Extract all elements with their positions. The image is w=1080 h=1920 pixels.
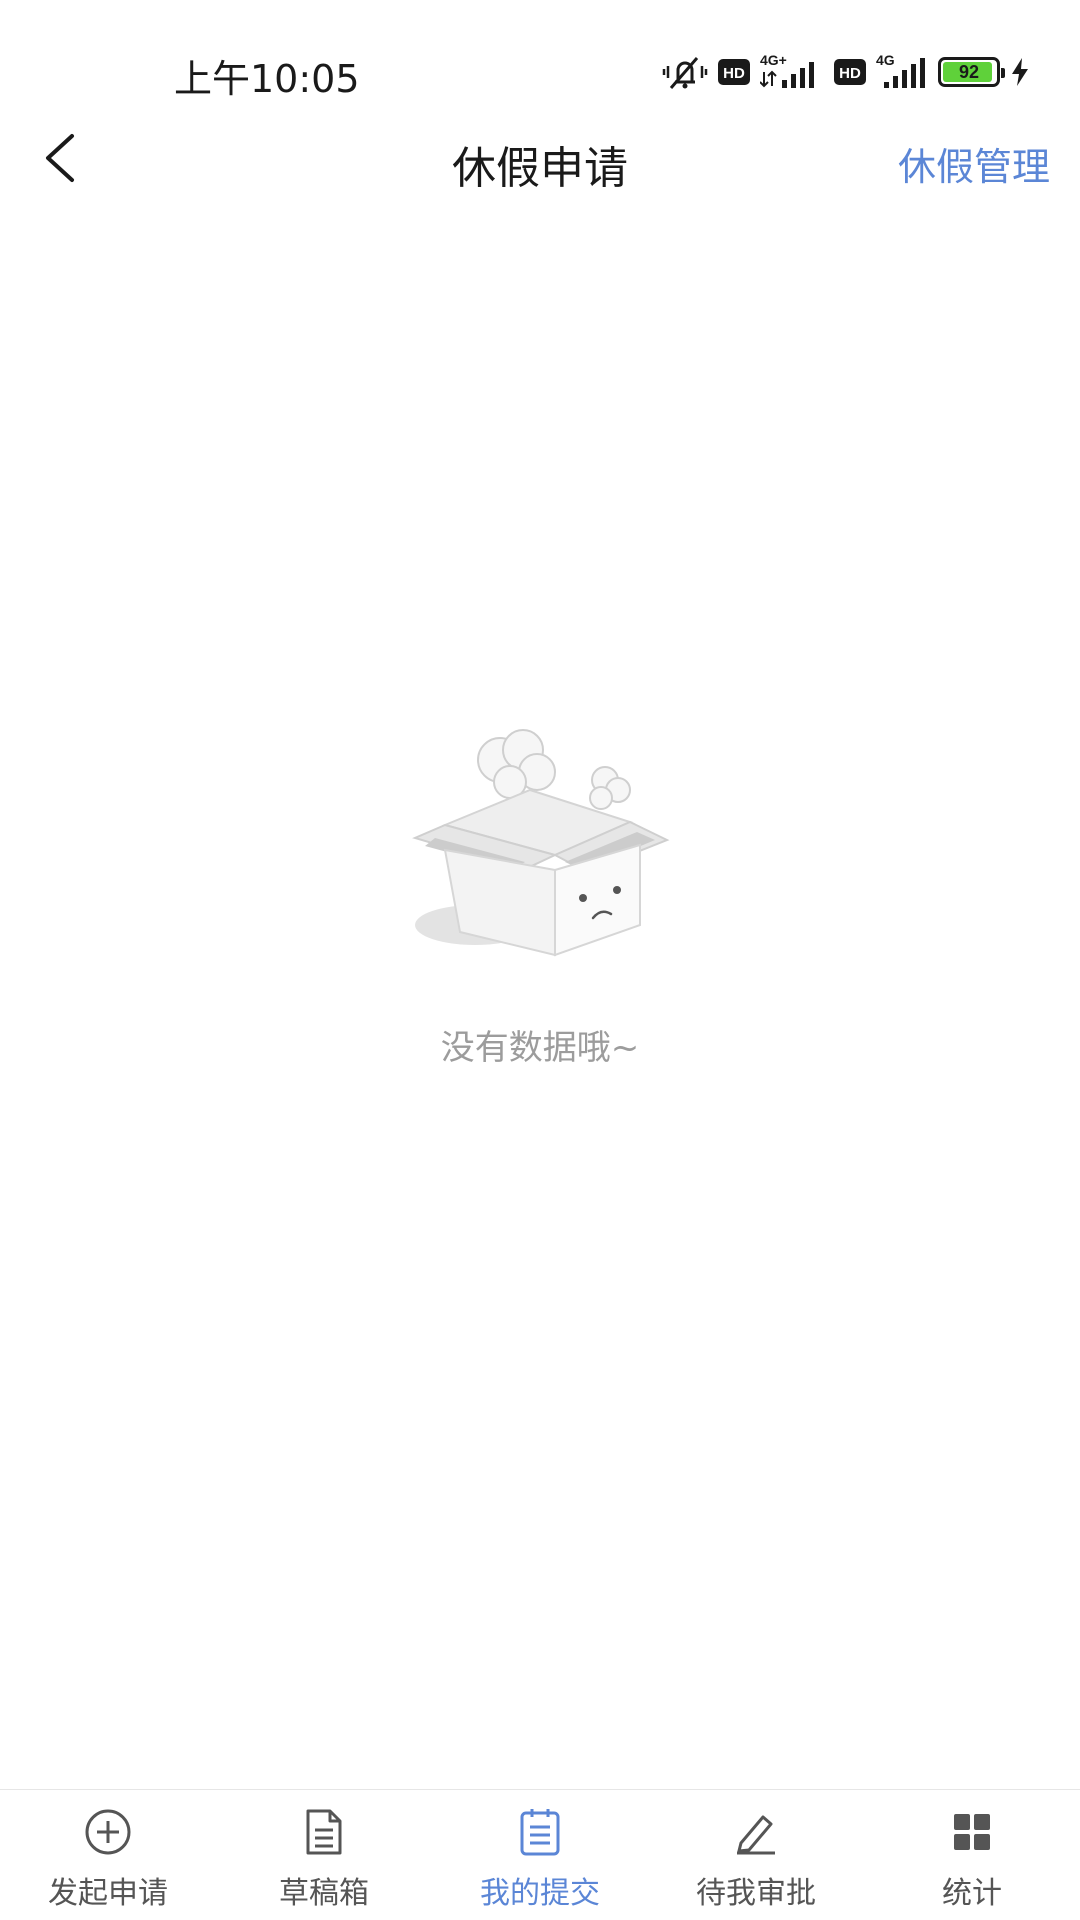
tab-drafts[interactable]: 草稿箱 — [216, 1790, 432, 1920]
status-icons: HD 4G+ HD 4G 92 — [662, 50, 1030, 94]
battery-level: 92 — [958, 61, 980, 82]
svg-text:HD: HD — [723, 65, 745, 82]
svg-text:HD: HD — [839, 65, 861, 82]
mute-bell-icon — [662, 52, 708, 92]
empty-message: 没有数据哦~ — [440, 1028, 640, 1068]
tab-label: 发起申请 — [48, 1876, 168, 1911]
tab-label: 待我审批 — [696, 1876, 816, 1911]
status-time: 上午10:05 — [174, 57, 360, 101]
leave-management-link[interactable]: 休假管理 — [898, 136, 1050, 191]
signal-4g-plus-icon: 4G+ — [760, 52, 824, 92]
signal-4g-icon: 4G — [876, 52, 928, 92]
grid-icon — [946, 1806, 998, 1858]
status-bar: 上午10:05 HD 4G+ HD 4G 92 — [0, 0, 1080, 110]
tab-statistics[interactable]: 统计 — [864, 1790, 1080, 1920]
bottom-tab-bar: 发起申请 草稿箱 我的提交 待我审批 统计 — [0, 1789, 1080, 1920]
document-icon — [298, 1806, 350, 1858]
charging-bolt-icon — [1010, 57, 1030, 87]
hd-badge-icon: HD — [718, 59, 750, 85]
hd-badge-icon: HD — [834, 59, 866, 85]
screen: 上午10:05 HD 4G+ HD 4G 92 休假申请 休假管理 没有数据哦~… — [0, 0, 1080, 1920]
empty-state: 没有数据哦~ — [0, 720, 1080, 1069]
plus-circle-icon — [82, 1806, 134, 1858]
svg-text:4G: 4G — [876, 52, 895, 68]
list-document-icon — [514, 1806, 566, 1858]
tab-label: 草稿箱 — [279, 1876, 369, 1911]
tab-label: 统计 — [942, 1876, 1002, 1911]
empty-box-icon — [0, 720, 1080, 960]
pencil-icon — [730, 1806, 782, 1858]
tab-label: 我的提交 — [480, 1876, 600, 1911]
battery-icon: 92 — [938, 57, 1005, 87]
tab-my-submissions[interactable]: 我的提交 — [432, 1790, 648, 1920]
nav-bar: 休假申请 休假管理 — [0, 110, 1080, 210]
svg-text:4G+: 4G+ — [760, 52, 787, 68]
tab-new-application[interactable]: 发起申请 — [0, 1790, 216, 1920]
tab-pending-approval[interactable]: 待我审批 — [648, 1790, 864, 1920]
